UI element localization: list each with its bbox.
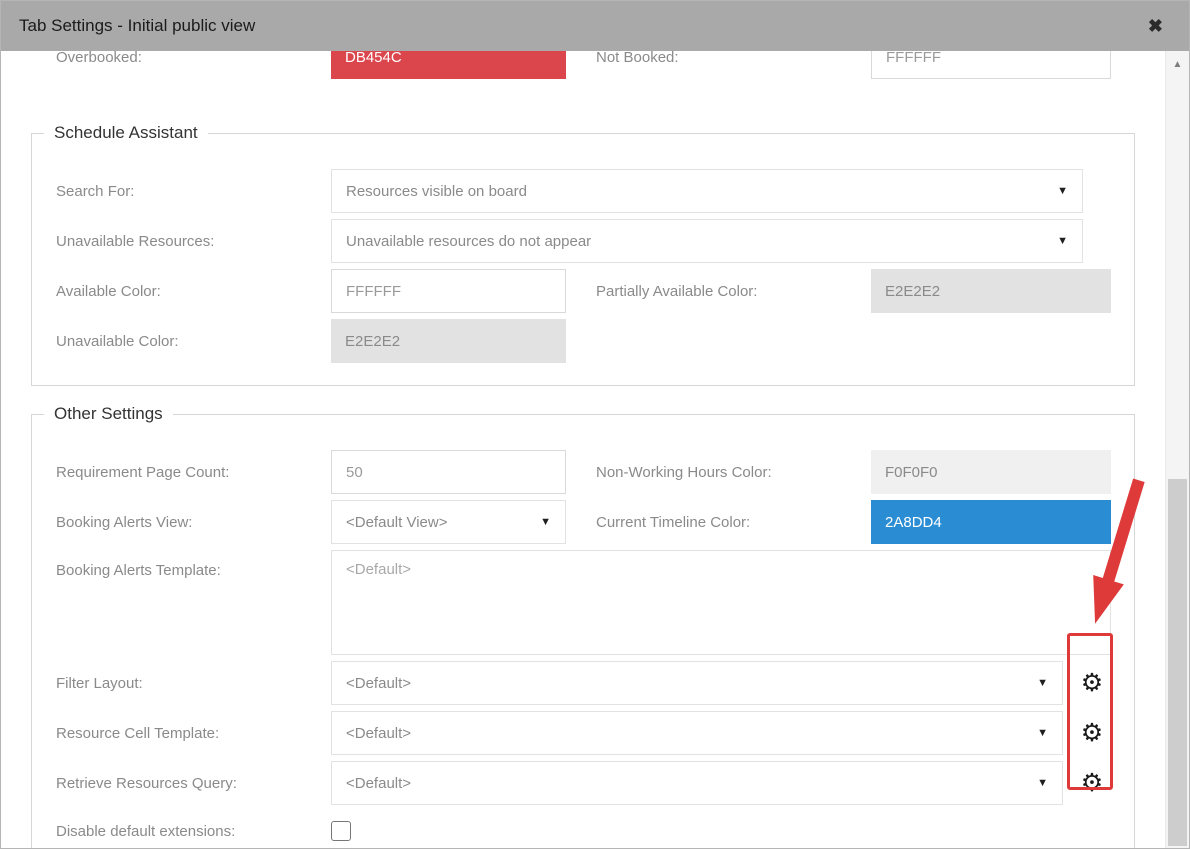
disable-default-extensions-label: Disable default extensions: (56, 823, 331, 840)
unavailable-color-field[interactable]: E2E2E2 (331, 319, 566, 363)
schedule-assistant-legend: Schedule Assistant (44, 123, 208, 143)
overbooked-color-field[interactable]: DB454C (331, 51, 566, 79)
resource-cell-template-value: <Default> (346, 725, 411, 742)
not-booked-color-value: FFFFFF (886, 51, 941, 66)
filter-layout-label: Filter Layout: (56, 675, 331, 692)
gear-icon: ⚙ (1081, 721, 1103, 746)
resource-cell-template-select[interactable]: <Default> ▼ (331, 711, 1063, 755)
unavailable-color-row: Unavailable Color: E2E2E2 (32, 319, 1134, 363)
chevron-down-icon: ▼ (1057, 185, 1082, 197)
search-for-select[interactable]: Resources visible on board ▼ (331, 169, 1083, 213)
booking-alerts-view-row: Booking Alerts View: <Default View> ▼ Cu… (32, 500, 1134, 544)
filter-layout-row: Filter Layout: <Default> ▼ ⚙ (32, 661, 1134, 705)
resource-cell-template-gear-icon[interactable]: ⚙ (1075, 716, 1109, 750)
filter-layout-value: <Default> (346, 675, 411, 692)
not-booked-label: Not Booked: (596, 51, 871, 66)
dialog-title: Tab Settings - Initial public view (19, 16, 255, 36)
chevron-down-icon: ▼ (1057, 235, 1082, 247)
disable-default-extensions-checkbox[interactable] (331, 821, 351, 841)
dialog-titlebar: Tab Settings - Initial public view ✖ (1, 1, 1189, 51)
requirement-page-count-value: 50 (346, 464, 363, 481)
gear-icon: ⚙ (1081, 671, 1103, 696)
other-settings-group: Other Settings Requirement Page Count: 5… (31, 404, 1135, 848)
unavailable-color-label: Unavailable Color: (56, 333, 331, 350)
vertical-scrollbar[interactable]: ▲ (1165, 51, 1189, 848)
retrieve-resources-query-value: <Default> (346, 775, 411, 792)
search-for-value: Resources visible on board (346, 183, 527, 200)
retrieve-resources-query-row: Retrieve Resources Query: <Default> ▼ ⚙ (32, 761, 1134, 805)
chevron-down-icon: ▼ (1037, 677, 1062, 689)
non-working-hours-color-value: F0F0F0 (885, 464, 938, 481)
scrollbar-thumb[interactable] (1168, 479, 1187, 846)
available-color-label: Available Color: (56, 283, 331, 300)
scroll-up-icon[interactable]: ▲ (1166, 51, 1189, 77)
available-color-field[interactable]: FFFFFF (331, 269, 566, 313)
unavailable-resources-select[interactable]: Unavailable resources do not appear ▼ (331, 219, 1083, 263)
chevron-down-icon: ▼ (540, 516, 565, 528)
resource-cell-template-label: Resource Cell Template: (56, 725, 331, 742)
chevron-down-icon: ▼ (1037, 727, 1062, 739)
booking-alerts-view-label: Booking Alerts View: (56, 514, 331, 531)
booked-colors-row: Overbooked: DB454C Not Booked: FFFFFF (1, 51, 1165, 79)
booking-alerts-view-select[interactable]: <Default View> ▼ (331, 500, 566, 544)
retrieve-resources-query-select[interactable]: <Default> ▼ (331, 761, 1063, 805)
partially-available-color-field[interactable]: E2E2E2 (871, 269, 1111, 313)
filter-layout-gear-icon[interactable]: ⚙ (1075, 666, 1109, 700)
unavailable-resources-row: Unavailable Resources: Unavailable resou… (32, 219, 1134, 263)
retrieve-resources-query-label: Retrieve Resources Query: (56, 775, 331, 792)
unavailable-resources-label: Unavailable Resources: (56, 233, 331, 250)
current-timeline-color-field[interactable]: 2A8DD4 (871, 500, 1111, 544)
available-color-row: Available Color: FFFFFF Partially Availa… (32, 269, 1134, 313)
booking-alerts-template-label: Booking Alerts Template: (56, 550, 331, 579)
current-timeline-color-value: 2A8DD4 (885, 514, 942, 531)
partially-available-color-label: Partially Available Color: (596, 283, 871, 300)
other-settings-legend: Other Settings (44, 404, 173, 424)
schedule-assistant-group: Schedule Assistant Search For: Resources… (31, 123, 1135, 386)
unavailable-color-value: E2E2E2 (345, 333, 400, 350)
booking-alerts-view-value: <Default View> (346, 514, 447, 531)
overbooked-label: Overbooked: (56, 51, 331, 66)
non-working-hours-color-field[interactable]: F0F0F0 (871, 450, 1111, 494)
requirement-page-count-field[interactable]: 50 (331, 450, 566, 494)
requirement-page-count-row: Requirement Page Count: 50 Non-Working H… (32, 450, 1134, 494)
available-color-value: FFFFFF (346, 283, 401, 300)
chevron-down-icon: ▼ (1037, 777, 1062, 789)
search-for-row: Search For: Resources visible on board ▼ (32, 169, 1134, 213)
close-icon[interactable]: ✖ (1140, 16, 1171, 37)
non-working-hours-color-label: Non-Working Hours Color: (596, 464, 871, 481)
dialog-content: Overbooked: DB454C Not Booked: FFFFFF Sc… (1, 51, 1165, 848)
unavailable-resources-value: Unavailable resources do not appear (346, 233, 591, 250)
gear-icon: ⚙ (1081, 771, 1103, 796)
current-timeline-color-label: Current Timeline Color: (596, 514, 871, 531)
booking-alerts-template-row: Booking Alerts Template: (32, 550, 1134, 655)
overbooked-color-value: DB454C (345, 51, 402, 66)
retrieve-resources-query-gear-icon[interactable]: ⚙ (1075, 766, 1109, 800)
tab-settings-dialog: Tab Settings - Initial public view ✖ Ove… (0, 0, 1190, 849)
booking-alerts-template-input[interactable] (331, 550, 1111, 655)
requirement-page-count-label: Requirement Page Count: (56, 464, 331, 481)
resource-cell-template-row: Resource Cell Template: <Default> ▼ ⚙ (32, 711, 1134, 755)
not-booked-color-field[interactable]: FFFFFF (871, 51, 1111, 79)
partially-available-color-value: E2E2E2 (885, 283, 940, 300)
filter-layout-select[interactable]: <Default> ▼ (331, 661, 1063, 705)
disable-default-extensions-row: Disable default extensions: (32, 821, 1134, 841)
search-for-label: Search For: (56, 183, 331, 200)
